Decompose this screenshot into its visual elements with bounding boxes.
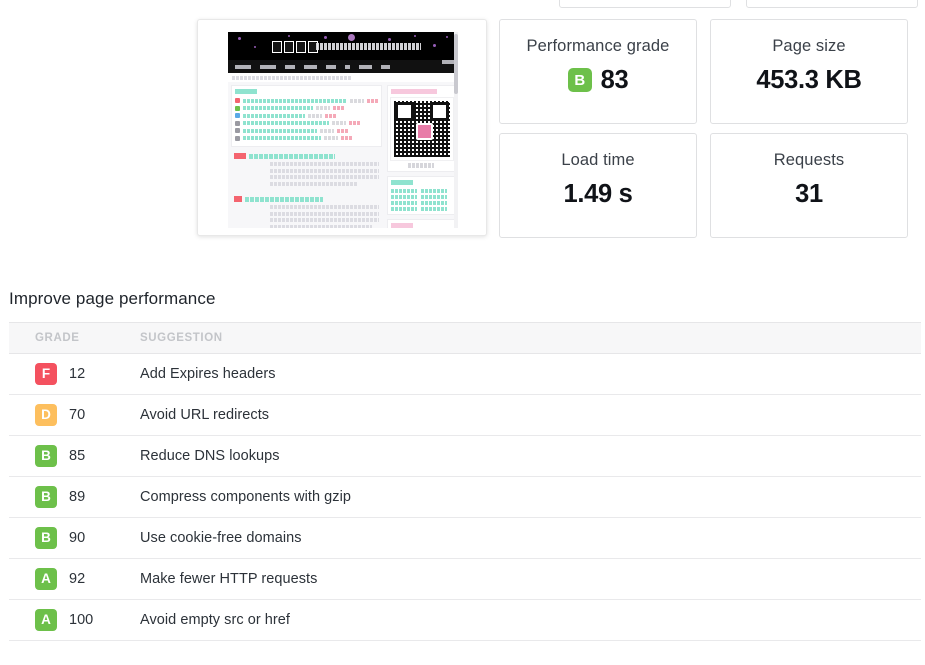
grade-badge: B bbox=[35, 445, 57, 467]
card-label: Load time bbox=[561, 151, 635, 169]
cell-suggestion: Use cookie-free domains bbox=[140, 517, 921, 559]
thumb-post-one bbox=[231, 151, 382, 190]
grade-score: 92 bbox=[69, 571, 86, 587]
summary-card-requests: Requests 31 bbox=[710, 133, 908, 238]
table-row[interactable]: B 85 Reduce DNS lookups bbox=[9, 435, 921, 477]
website-thumbnail-image bbox=[228, 32, 458, 228]
grade-badge: D bbox=[35, 404, 57, 426]
cell-suggestion: Avoid URL redirects bbox=[140, 394, 921, 436]
table-header-row: Grade Suggestion bbox=[9, 322, 921, 354]
grade-badge: A bbox=[35, 568, 57, 590]
cell-suggestion: Compress components with gzip bbox=[140, 476, 921, 518]
load-time-value: 1.49 s bbox=[563, 180, 633, 208]
suggestions-table: Grade Suggestion F 12 Add Expires headers D… bbox=[9, 322, 921, 641]
cell-grade: B 90 bbox=[9, 517, 140, 559]
thumb-site-logo bbox=[272, 41, 318, 53]
card-value: B 83 bbox=[567, 65, 629, 95]
thumb-breadcrumb bbox=[228, 73, 458, 82]
cell-grade: B 89 bbox=[9, 476, 140, 518]
summary-card-page-size: Page size 453.3 KB bbox=[710, 19, 908, 124]
table-row[interactable]: B 90 Use cookie-free domains bbox=[9, 517, 921, 559]
thumb-banner bbox=[228, 32, 458, 60]
grade-score: 89 bbox=[69, 489, 86, 505]
cell-suggestion: Add Expires headers bbox=[140, 353, 921, 395]
grade-score: 12 bbox=[69, 366, 86, 382]
grade-badge: B bbox=[35, 527, 57, 549]
grade-score: 70 bbox=[69, 407, 86, 423]
thumb-qr-panel bbox=[387, 85, 455, 172]
thumb-tag-panel bbox=[387, 176, 455, 215]
card-label: Page size bbox=[772, 37, 846, 55]
page-root: Performance grade B 83 Page size 453.3 K… bbox=[0, 0, 925, 665]
performance-grade-value: 83 bbox=[600, 66, 629, 94]
table-row[interactable]: A 100 Avoid empty src or href bbox=[9, 599, 921, 641]
thumb-widget-panel bbox=[387, 219, 455, 228]
thumb-nav-bar bbox=[228, 60, 458, 73]
card-label: Requests bbox=[773, 151, 845, 169]
clipped-card-above-right bbox=[746, 0, 918, 8]
thumb-qr-code bbox=[390, 97, 454, 161]
table-row[interactable]: F 12 Add Expires headers bbox=[9, 353, 921, 395]
cell-suggestion: Reduce DNS lookups bbox=[140, 435, 921, 477]
cell-grade: A 92 bbox=[9, 558, 140, 600]
table-row[interactable]: B 89 Compress components with gzip bbox=[9, 476, 921, 518]
cell-grade: B 85 bbox=[9, 435, 140, 477]
thumb-scrollbar[interactable] bbox=[454, 32, 458, 228]
requests-value: 31 bbox=[795, 180, 823, 208]
card-label: Performance grade bbox=[526, 37, 670, 55]
thumb-post-two bbox=[231, 194, 382, 228]
cell-grade: D 70 bbox=[9, 394, 140, 436]
cell-suggestion: Make fewer HTTP requests bbox=[140, 558, 921, 600]
cell-grade: F 12 bbox=[9, 353, 140, 395]
website-thumbnail-card[interactable] bbox=[197, 19, 487, 236]
grade-score: 85 bbox=[69, 448, 86, 464]
summary-card-load-time: Load time 1.49 s bbox=[499, 133, 697, 238]
cell-grade: A 100 bbox=[9, 599, 140, 641]
thumb-site-name bbox=[316, 43, 421, 50]
grade-badge: A bbox=[35, 609, 57, 631]
table-row[interactable]: A 92 Make fewer HTTP requests bbox=[9, 558, 921, 600]
performance-grade-badge: B bbox=[567, 68, 592, 92]
column-header-grade: Grade bbox=[9, 322, 140, 354]
grade-badge: F bbox=[35, 363, 57, 385]
cell-suggestion: Avoid empty src or href bbox=[140, 599, 921, 641]
grade-score: 100 bbox=[69, 612, 94, 628]
summary-card-performance-grade: Performance grade B 83 bbox=[499, 19, 697, 124]
clipped-card-above-left bbox=[559, 0, 731, 8]
page-title: Improve page performance bbox=[9, 289, 216, 308]
grade-score: 90 bbox=[69, 530, 86, 546]
page-size-value: 453.3 KB bbox=[756, 66, 862, 94]
grade-badge: B bbox=[35, 486, 57, 508]
table-row[interactable]: D 70 Avoid URL redirects bbox=[9, 394, 921, 436]
column-header-suggestion: Suggestion bbox=[140, 322, 921, 354]
thumb-article-list bbox=[231, 85, 382, 147]
